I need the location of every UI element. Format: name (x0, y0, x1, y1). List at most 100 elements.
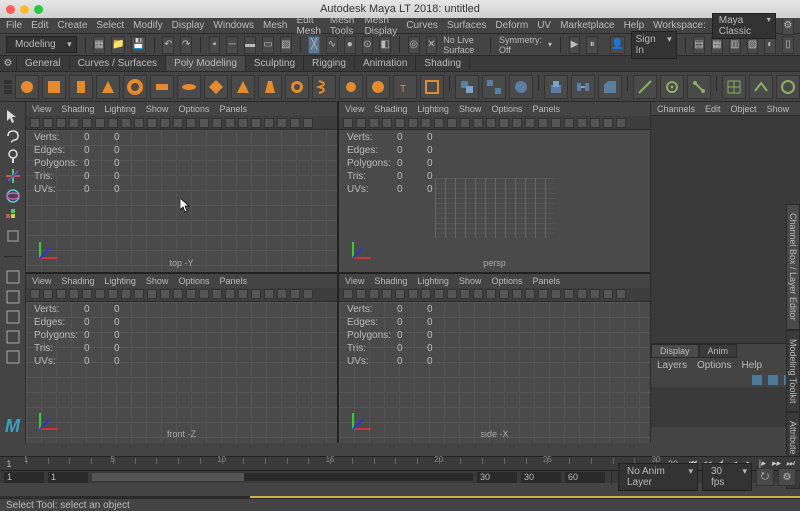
vp-tool-icon[interactable] (238, 118, 248, 128)
range-slider[interactable]: 1 1 30 30 60 No Anim Layer 30 fps ⭮ ⚙ (0, 470, 800, 483)
vp-tool-icon[interactable] (160, 118, 170, 128)
viewport-persp[interactable]: ViewShadingLightingShowOptionsPanelsVert… (339, 102, 650, 272)
vp-menu-show[interactable]: Show (459, 104, 482, 114)
vp-menu-view[interactable]: View (345, 276, 364, 286)
vp-tool-icon[interactable] (147, 289, 157, 299)
shelf-tab-animation[interactable]: Animation (354, 55, 416, 71)
vp-tool-icon[interactable] (69, 118, 79, 128)
vp-tool-icon[interactable] (551, 289, 561, 299)
shelf-combine-button[interactable] (455, 75, 479, 99)
vp-tool-icon[interactable] (382, 289, 392, 299)
vp-tool-icon[interactable] (264, 118, 274, 128)
sel-vert-icon[interactable]: ▪ (209, 36, 221, 54)
vp-tool-icon[interactable] (134, 118, 144, 128)
shelf-sculpt-button[interactable] (776, 75, 800, 99)
shelf-helix-button[interactable] (312, 75, 336, 99)
vp-tool-icon[interactable] (564, 289, 574, 299)
tool-select[interactable] (3, 106, 23, 126)
shelf-pyramid-button[interactable] (231, 75, 255, 99)
vp-tool-icon[interactable] (56, 118, 66, 128)
vp-tool-icon[interactable] (538, 289, 548, 299)
vp-menu-view[interactable]: View (32, 104, 51, 114)
toggle-panel-icon[interactable]: ▯ (782, 36, 794, 54)
shelf-tab-sculpting[interactable]: Sculpting (245, 55, 304, 71)
shelf-bridge-button[interactable] (571, 75, 595, 99)
sel-edge-icon[interactable]: ─ (226, 36, 238, 54)
vp-tool-icon[interactable] (616, 289, 626, 299)
menu-set-selector[interactable]: Modeling (6, 36, 77, 53)
vp-tool-icon[interactable] (525, 289, 535, 299)
layer-list[interactable] (651, 387, 800, 427)
shelf-platonic-button[interactable] (204, 75, 228, 99)
layer-vis-icon[interactable] (752, 375, 762, 385)
account-icon[interactable]: 👤 (610, 36, 624, 54)
vp-tool-icon[interactable] (499, 118, 509, 128)
tool-move[interactable] (3, 166, 23, 186)
vp-tool-icon[interactable] (408, 118, 418, 128)
vp-tool-icon[interactable] (343, 289, 353, 299)
prefs-icon[interactable]: ⚙ (778, 468, 796, 486)
vp-tool-icon[interactable] (603, 289, 613, 299)
window-minimize[interactable] (20, 5, 29, 14)
workspace-selector[interactable]: Maya Classic (712, 13, 776, 39)
vp-tool-icon[interactable] (147, 118, 157, 128)
shelf-cone-button[interactable] (96, 75, 120, 99)
window-zoom[interactable] (34, 5, 43, 14)
menu-marketplace[interactable]: Marketplace (560, 20, 614, 31)
vp-tool-icon[interactable] (290, 289, 300, 299)
layout-outliner[interactable] (3, 307, 23, 327)
vp-tool-icon[interactable] (525, 118, 535, 128)
vp-tool-icon[interactable] (343, 118, 353, 128)
shelf-plane-button[interactable] (150, 75, 174, 99)
snap-center-icon[interactable]: ⊙ (362, 36, 374, 54)
sel-obj-icon[interactable]: ▭ (262, 36, 274, 54)
vp-menu-options[interactable]: Options (178, 276, 209, 286)
vp-tool-icon[interactable] (121, 289, 131, 299)
cb-menu-object[interactable]: Object (731, 104, 757, 114)
vp-tool-icon[interactable] (290, 118, 300, 128)
shelf-svg-button[interactable] (420, 75, 444, 99)
layer-menu-options[interactable]: Options (697, 360, 731, 371)
vp-tool-icon[interactable] (356, 118, 366, 128)
range-bar[interactable] (92, 473, 473, 481)
layout-single[interactable] (3, 267, 23, 287)
vp-tool-icon[interactable] (56, 289, 66, 299)
menu-edit[interactable]: Edit (31, 20, 48, 31)
marketplace-icon[interactable]: ▤ (693, 36, 705, 54)
vp-tool-icon[interactable] (486, 118, 496, 128)
vp-tool-icon[interactable] (199, 118, 209, 128)
vp-tool-icon[interactable] (173, 289, 183, 299)
save-scene-icon[interactable]: 💾 (131, 36, 145, 54)
play-to-end[interactable]: ⏭ (784, 459, 796, 469)
shelf-smooth-button[interactable] (509, 75, 533, 99)
vp-tool-icon[interactable] (538, 118, 548, 128)
vp-tool-icon[interactable] (512, 289, 522, 299)
vp-tool-icon[interactable] (134, 289, 144, 299)
menu-mesh[interactable]: Mesh (263, 20, 287, 31)
range-end2[interactable]: 60 (565, 472, 605, 483)
vp-tool-icon[interactable] (473, 289, 483, 299)
vp-tool-icon[interactable] (160, 289, 170, 299)
menu-windows[interactable]: Windows (213, 20, 254, 31)
layer-tab-anim[interactable]: Anim (699, 344, 738, 358)
vp-menu-panels[interactable]: Panels (219, 104, 247, 114)
vp-tool-icon[interactable] (512, 118, 522, 128)
vp-tool-icon[interactable] (447, 118, 457, 128)
vp-tool-icon[interactable] (421, 289, 431, 299)
vp-tool-icon[interactable] (186, 289, 196, 299)
vp-menu-lighting[interactable]: Lighting (417, 276, 449, 286)
vp-menu-show[interactable]: Show (459, 276, 482, 286)
vp-menu-options[interactable]: Options (178, 104, 209, 114)
vp-tool-icon[interactable] (277, 118, 287, 128)
menu-deform[interactable]: Deform (495, 20, 528, 31)
vp-menu-lighting[interactable]: Lighting (104, 104, 136, 114)
menu-help[interactable]: Help (624, 20, 645, 31)
vp-tool-icon[interactable] (82, 118, 92, 128)
vp-tool-icon[interactable] (303, 289, 313, 299)
vp-menu-options[interactable]: Options (491, 104, 522, 114)
menu-select[interactable]: Select (96, 20, 124, 31)
vp-tool-icon[interactable] (173, 118, 183, 128)
shelf-separate-button[interactable] (482, 75, 506, 99)
menu-modify[interactable]: Modify (133, 20, 162, 31)
vp-tool-icon[interactable] (264, 289, 274, 299)
